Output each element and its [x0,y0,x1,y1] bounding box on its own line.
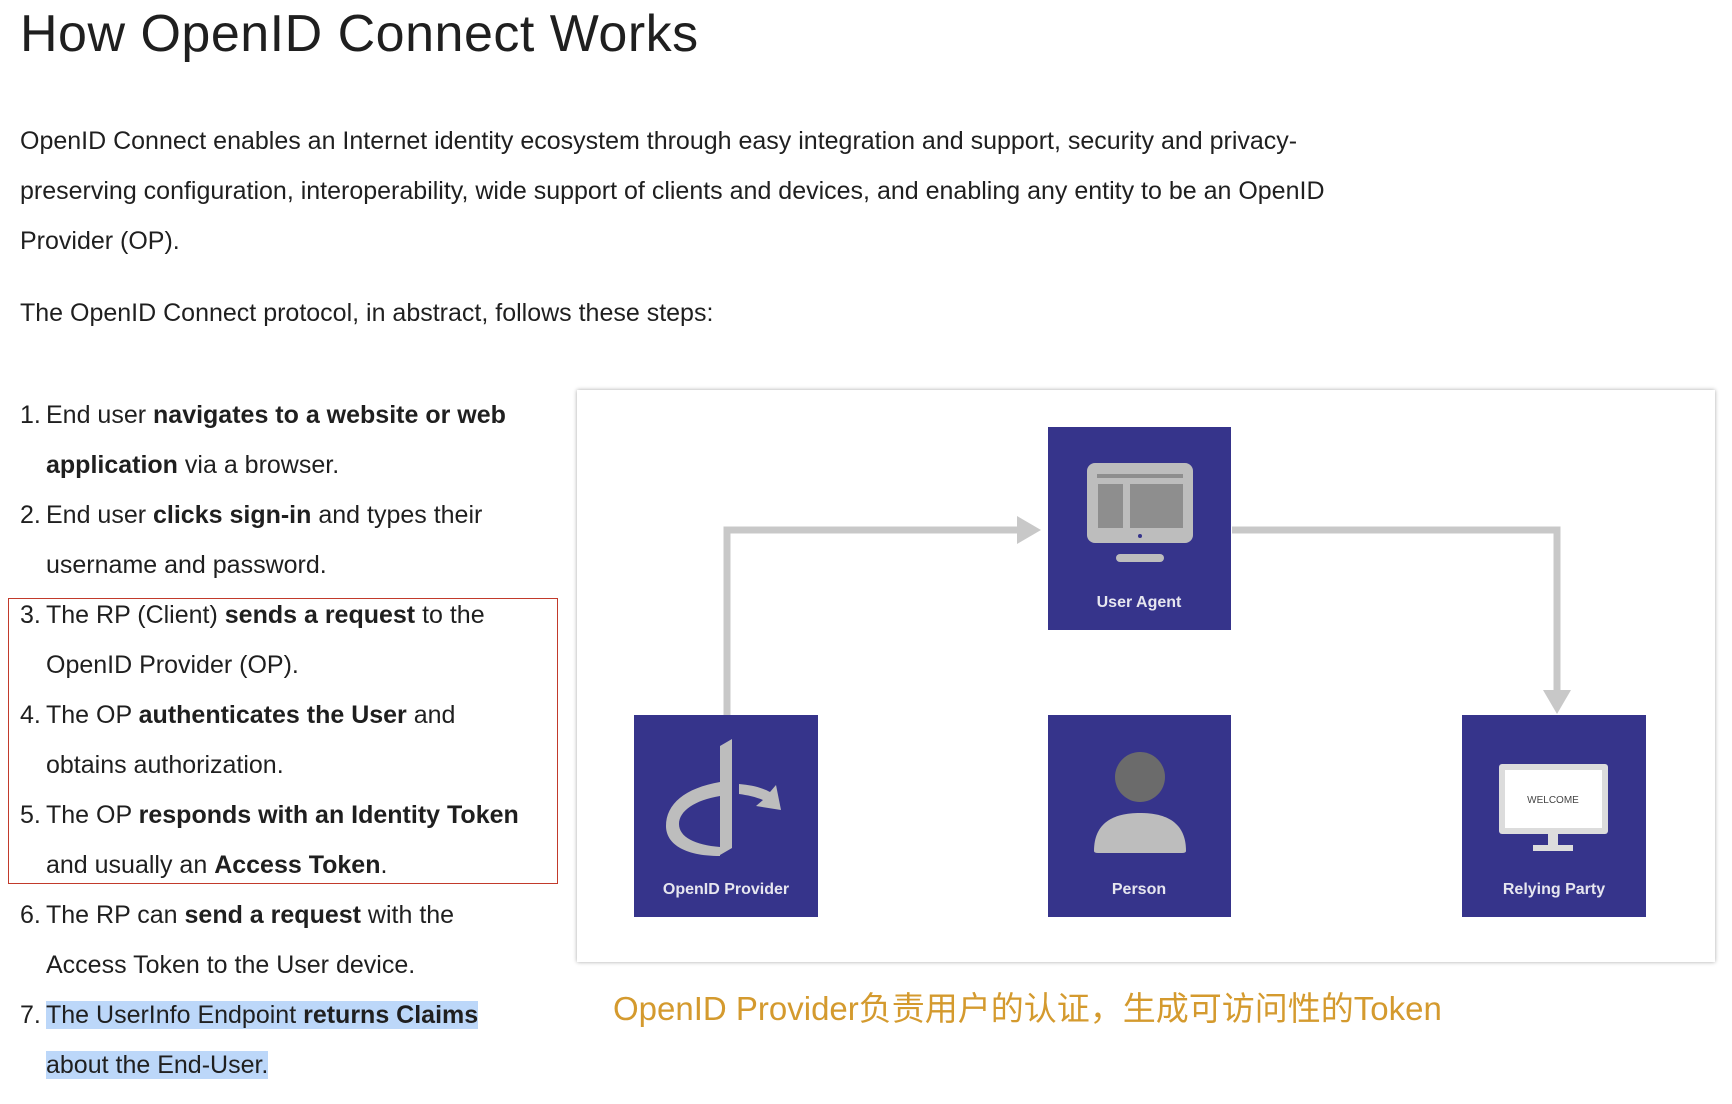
list-item: 1. End user navigates to a website or web… [20,401,506,479]
page-title: How OpenID Connect Works [20,5,699,63]
user-agent-label: User Agent [1097,594,1182,611]
arrow-head-down [1543,690,1571,714]
list-item: 6. The RP can send a request with the Acc… [20,901,455,979]
relying-party-node: WELCOME Relying Party [1462,715,1646,917]
text-selection-highlight: The UserInfo Endpoint returns Claims abo… [46,1001,479,1079]
steps-lead-text: The OpenID Connect protocol, in abstract… [20,299,714,327]
intro-paragraph: OpenID Connect enables an Internet ident… [20,127,1325,255]
arrow-provider-to-user-agent [723,526,1017,715]
openid-provider-node: OpenID Provider [634,715,818,917]
person-label: Person [1112,881,1166,898]
openid-provider-label: OpenID Provider [663,881,789,898]
diagram-svg: User Agent OpenID Provider Person WELCOM… [634,427,1646,917]
list-item-highlighted: 7. The UserInfo Endpoint returns Claims a… [20,1001,479,1079]
openid-flow-diagram: User Agent OpenID Provider Person WELCOM… [577,390,1715,962]
arrow-head-right [1017,516,1041,544]
person-node: Person [1048,715,1231,917]
arrow-user-agent-to-relying-party [1232,526,1561,690]
relying-party-label: Relying Party [1503,881,1605,898]
steps-3-to-5-annotation-box [8,598,558,884]
user-agent-node: User Agent [1048,427,1231,630]
list-item: 2. End user clicks sign-in and types thei… [20,501,483,579]
chinese-caption: OpenID Provider负责用户的认证，生成可访问性的Token [613,990,1442,1027]
welcome-text: WELCOME [1527,795,1579,806]
